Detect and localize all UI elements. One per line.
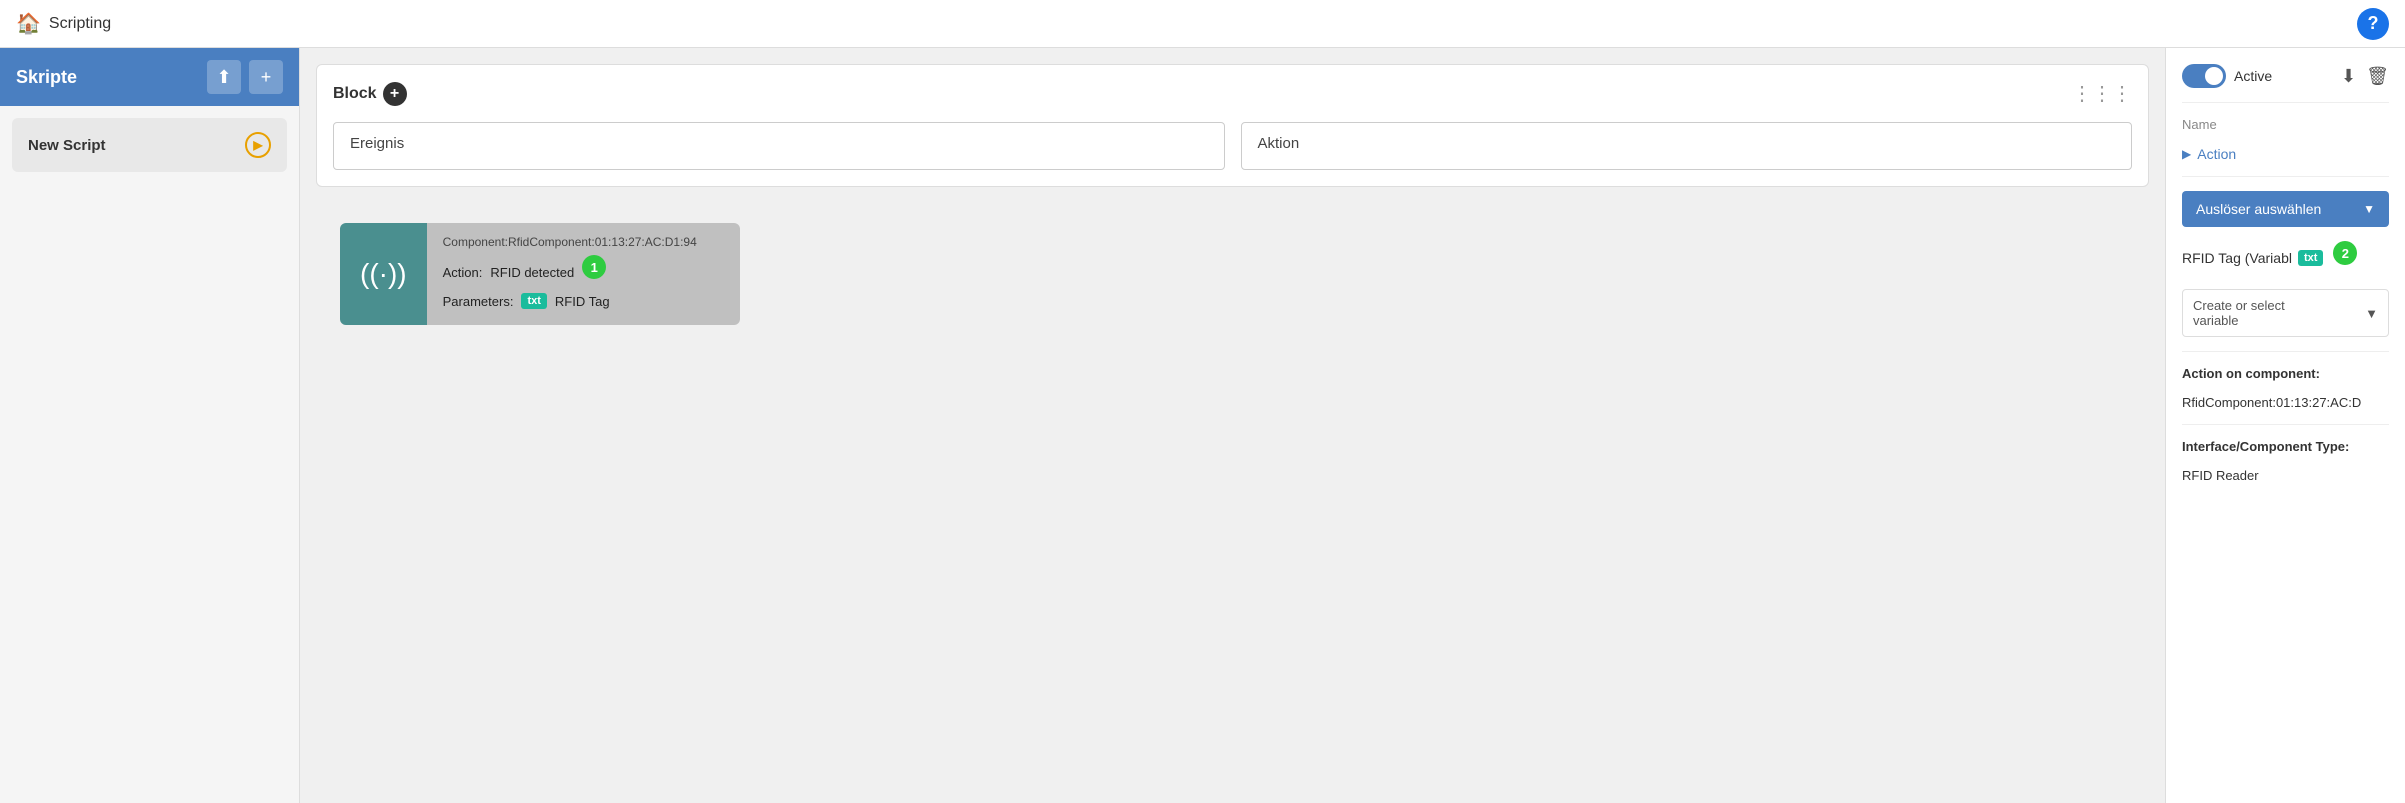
active-label: Active xyxy=(2234,68,2272,84)
event-card-icon-area: ((·)) xyxy=(340,223,427,325)
block-container: Block + ⋮⋮⋮ Ereignis Aktion xyxy=(316,64,2149,187)
event-card-content: Component:RfidComponent:01:13:27:AC:D1:9… xyxy=(427,223,740,325)
topbar-left: 🏠 Scripting xyxy=(16,11,111,36)
action-row: Action: RFID detected 1 xyxy=(443,255,724,289)
select-chevron: ▼ xyxy=(2365,306,2378,321)
script-item[interactable]: New Script ▶ xyxy=(12,118,287,172)
params-label: Parameters: xyxy=(443,294,514,309)
name-label: Name xyxy=(2182,117,2389,132)
sidebar-title: Skripte xyxy=(16,67,77,88)
params-txt-badge: txt xyxy=(521,293,546,309)
help-button[interactable]: ? xyxy=(2357,8,2389,40)
auslöser-button[interactable]: Auslöser auswählen ▼ xyxy=(2182,191,2389,227)
block-header: Block + ⋮⋮⋮ xyxy=(333,81,2132,106)
block-label: Block xyxy=(333,85,377,103)
play-icon: ▶ xyxy=(253,138,262,152)
delete-button[interactable]: 🗑 xyxy=(2366,66,2389,87)
play-button[interactable]: ▶ xyxy=(245,132,271,158)
rfid-icon: ((·)) xyxy=(360,258,407,290)
right-top-icons: ⬇ 🗑 xyxy=(2341,66,2389,87)
ereignis-column: Ereignis xyxy=(333,122,1225,170)
right-panel-top: Active ⬇ 🗑 xyxy=(2182,64,2389,88)
auslöser-label: Auslöser auswählen xyxy=(2196,201,2321,217)
action-label: Action: xyxy=(443,265,483,280)
rfid-tag-row: RFID Tag (Variabl txt 2 xyxy=(2182,241,2389,275)
action-value: RFID detected xyxy=(490,265,574,280)
active-toggle[interactable] xyxy=(2182,64,2226,88)
rfid-txt-badge: txt xyxy=(2298,250,2323,266)
center-panel: Block + ⋮⋮⋮ Ereignis Aktion ((·)) Compon… xyxy=(300,48,2165,803)
component-name: Component:RfidComponent:01:13:27:AC:D1:9… xyxy=(443,235,724,249)
grid-icon[interactable]: ⋮⋮⋮ xyxy=(2072,81,2132,106)
main-layout: Skripte ⬆ + New Script ▶ Block + ⋮⋮⋮ xyxy=(0,48,2405,803)
topbar-title: Scripting xyxy=(49,15,111,33)
divider-4 xyxy=(2182,424,2389,425)
action-label: Action xyxy=(2197,146,2236,162)
block-add-button[interactable]: + xyxy=(383,82,407,106)
download-button[interactable]: ⬇ xyxy=(2341,66,2356,87)
block-title: Block + xyxy=(333,82,407,106)
add-script-button[interactable]: + xyxy=(249,60,283,94)
auslöser-chevron: ▼ xyxy=(2363,202,2375,216)
action-row: ▶ Action xyxy=(2182,146,2389,162)
topbar: 🏠 Scripting ? xyxy=(0,0,2405,48)
script-name: New Script xyxy=(28,137,106,154)
badge-1: 1 xyxy=(582,255,606,279)
sidebar-header-actions: ⬆ + xyxy=(207,60,283,94)
badge-2: 2 xyxy=(2333,241,2357,265)
select-placeholder: Create or select variable xyxy=(2193,298,2285,328)
action-on-component-label: Action on component: xyxy=(2182,366,2389,381)
params-value: RFID Tag xyxy=(555,294,610,309)
upload-button[interactable]: ⬆ xyxy=(207,60,241,94)
divider-1 xyxy=(2182,102,2389,103)
home-icon[interactable]: 🏠 xyxy=(16,11,41,36)
sidebar: Skripte ⬆ + New Script ▶ xyxy=(0,48,300,803)
rfid-tag-label: RFID Tag (Variabl xyxy=(2182,250,2292,266)
block-columns: Ereignis Aktion xyxy=(333,122,2132,170)
toggle-active: Active xyxy=(2182,64,2272,88)
interface-value: RFID Reader xyxy=(2182,468,2389,483)
aktion-column: Aktion xyxy=(1241,122,2133,170)
divider-2 xyxy=(2182,176,2389,177)
params-row: Parameters: txt RFID Tag xyxy=(443,293,724,309)
chevron-right-icon: ▶ xyxy=(2182,147,2191,161)
sidebar-header: Skripte ⬆ + xyxy=(0,48,299,106)
interface-label: Interface/Component Type: xyxy=(2182,439,2389,454)
events-area: ((·)) Component:RfidComponent:01:13:27:A… xyxy=(316,199,2149,419)
select-variable[interactable]: Create or select variable ▼ xyxy=(2182,289,2389,337)
right-panel: Active ⬇ 🗑 Name ▶ Action Auslöser auswäh… xyxy=(2165,48,2405,803)
divider-3 xyxy=(2182,351,2389,352)
event-card[interactable]: ((·)) Component:RfidComponent:01:13:27:A… xyxy=(340,223,740,325)
action-on-component-value: RfidComponent:01:13:27:AC:D xyxy=(2182,395,2389,410)
